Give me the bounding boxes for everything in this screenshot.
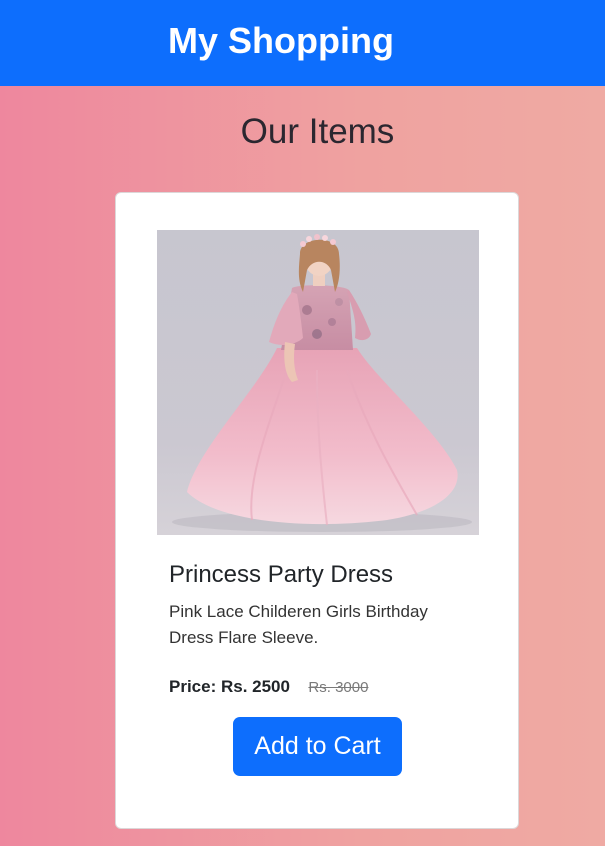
product-image — [157, 230, 479, 535]
dress-illustration — [172, 234, 472, 532]
original-price: Rs. 3000 — [308, 679, 369, 696]
product-card: Princess Party Dress Pink Lace Childeren… — [115, 192, 519, 829]
brand-title[interactable]: My Shopping — [168, 18, 394, 64]
add-to-cart-button[interactable]: Add to Cart — [233, 717, 402, 776]
product-description: Pink Lace Childeren Girls Birthday Dress… — [169, 602, 428, 647]
product-title: Princess Party Dress — [169, 561, 394, 588]
current-price: Price: Rs. 2500 — [169, 677, 290, 696]
navbar: My Shopping — [0, 0, 605, 86]
price-row: Price: Rs. 2500 Rs. 3000 — [169, 676, 368, 699]
section-title: Our Items — [240, 112, 395, 151]
